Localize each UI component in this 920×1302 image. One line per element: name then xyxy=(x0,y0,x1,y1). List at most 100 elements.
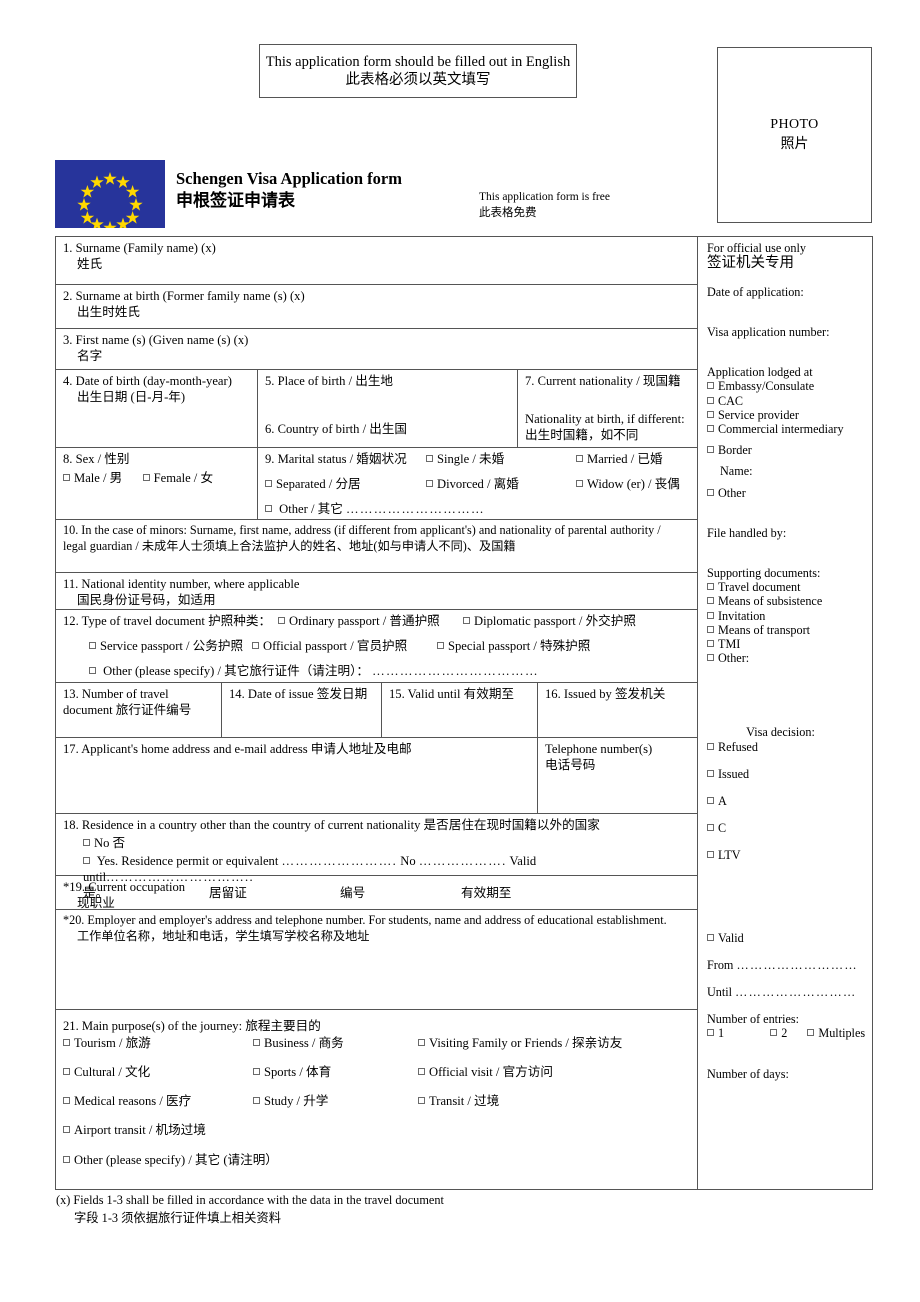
field-18-option-no: No 否 xyxy=(63,835,697,851)
field-7-nationality-cell[interactable]: 7. Current nationality / 现国籍 Nationality… xyxy=(517,370,697,447)
option-male-label: Male / 男 xyxy=(74,471,123,486)
checkbox-divorced[interactable] xyxy=(426,480,433,488)
checkbox-visiting-family[interactable] xyxy=(418,1039,425,1047)
checkbox-entries-2[interactable] xyxy=(770,1029,778,1037)
option-married-label: Married / 已婚 xyxy=(587,452,663,466)
other-travel-document-dots[interactable]: ……………………………… xyxy=(372,664,539,678)
field-5-label: 5. Place of birth / 出生地 xyxy=(265,374,394,388)
option-visiting-family: Visiting Family or Friends / 探亲访友 xyxy=(418,1035,622,1051)
option-ordinary-passport-label: Ordinary passport / 普通护照 xyxy=(289,614,440,628)
checkbox-single[interactable] xyxy=(426,455,433,462)
checkbox-supporting-other[interactable] xyxy=(707,654,714,662)
checkbox-travel-document[interactable] xyxy=(707,583,714,591)
valid-from-label: From xyxy=(707,957,734,972)
field-14-date-of-issue[interactable]: 14. Date of issue 签发日期 xyxy=(221,683,381,737)
title-chinese: 申根签证申请表 xyxy=(176,191,295,211)
checkbox-lodged-other[interactable] xyxy=(707,488,714,496)
official-title-zh: 签证机关专用 xyxy=(707,255,794,272)
checkbox-service-provider[interactable] xyxy=(707,410,714,418)
decision-issued-label: Issued xyxy=(718,766,750,781)
visa-application-number-label[interactable]: Visa application number: xyxy=(707,326,872,338)
valid-until-dots[interactable]: ……………………… xyxy=(735,985,856,999)
checkbox-female[interactable] xyxy=(142,474,150,482)
checkbox-valid[interactable] xyxy=(707,933,714,941)
checkbox-entries-1[interactable] xyxy=(707,1029,714,1037)
field-18-label: 18. Residence in a country other than th… xyxy=(63,818,600,832)
checkbox-purpose-other[interactable] xyxy=(63,1155,70,1163)
checkbox-sports[interactable] xyxy=(253,1068,260,1076)
checkbox-border[interactable] xyxy=(707,446,714,454)
option-cultural: Cultural / 文化 xyxy=(63,1065,150,1079)
field-10-minors[interactable]: 10. In the case of minors: Surname, firs… xyxy=(56,520,697,573)
checkbox-invitation[interactable] xyxy=(707,611,714,619)
checkbox-tmi[interactable] xyxy=(707,639,714,647)
checkbox-issued[interactable] xyxy=(707,769,714,777)
supporting-documents-label: Supporting documents: xyxy=(707,565,821,580)
checkbox-visa-a[interactable] xyxy=(707,796,714,804)
checkbox-embassy-consulate[interactable] xyxy=(707,382,714,390)
checkbox-ordinary-passport[interactable] xyxy=(278,617,285,624)
border-name-label[interactable]: Name: xyxy=(707,465,872,477)
field-19-occupation[interactable]: *19. Current occupation 现职业 xyxy=(56,876,697,910)
checkbox-airport-transit[interactable] xyxy=(63,1126,70,1134)
checkbox-residence-no[interactable] xyxy=(83,839,90,847)
marital-other-dots[interactable]: ………………………… xyxy=(346,502,485,516)
checkbox-special-passport[interactable] xyxy=(437,642,444,650)
support-tmi-option: TMI xyxy=(707,638,872,650)
checkbox-study[interactable] xyxy=(253,1097,260,1105)
valid-from-dots[interactable]: ……………………… xyxy=(736,958,857,972)
field-20-employer[interactable]: *20. Employer and employer's address and… xyxy=(56,910,697,1010)
checkbox-diplomatic-passport[interactable] xyxy=(463,617,470,624)
checkbox-marital-other[interactable] xyxy=(265,505,272,513)
checkbox-widow[interactable] xyxy=(576,480,583,488)
valid-from-row: From ……………………… xyxy=(707,959,872,971)
checkbox-male[interactable] xyxy=(63,474,70,482)
field-2-label-zh: 出生时姓氏 xyxy=(77,305,140,320)
checkbox-business[interactable] xyxy=(253,1039,260,1047)
checkbox-service-passport[interactable] xyxy=(89,642,96,650)
lodged-cac-option: CAC xyxy=(707,394,872,407)
field-4-to-7-row: 4. Date of birth (day-month-year) 出生日期 (… xyxy=(56,370,697,448)
entries-options-row: 1 2 Multiples xyxy=(707,1027,872,1039)
date-of-application-label[interactable]: Date of application: xyxy=(707,285,872,297)
checkbox-means-of-transport[interactable] xyxy=(707,625,714,633)
field-17-telephone-cell[interactable]: Telephone number(s) 电话号码 xyxy=(537,738,697,813)
decision-a-label: A xyxy=(718,793,727,808)
support-travel-document-option: Travel document xyxy=(707,581,872,593)
field-16-issued-by[interactable]: 16. Issued by 签发机关 xyxy=(537,683,697,737)
checkbox-entries-multiples[interactable] xyxy=(807,1029,815,1037)
checkbox-cultural[interactable] xyxy=(63,1068,70,1076)
checkbox-cac[interactable] xyxy=(707,396,714,404)
residence-permit-no-label: No xyxy=(400,854,416,869)
field-1-surname[interactable]: 1. Surname (Family name) (x) 姓氏 xyxy=(56,237,697,285)
checkbox-commercial-intermediary[interactable] xyxy=(707,424,714,432)
field-15-valid-until[interactable]: 15. Valid until 有效期至 xyxy=(381,683,537,737)
residence-permit-dots[interactable]: ……………………. xyxy=(281,854,397,868)
checkbox-transit[interactable] xyxy=(418,1097,425,1105)
checkbox-visa-c[interactable] xyxy=(707,824,714,832)
checkbox-official-visit[interactable] xyxy=(418,1068,425,1076)
support-travel-document-label: Travel document xyxy=(718,580,801,595)
checkbox-means-of-subsistence[interactable] xyxy=(707,597,714,605)
checkbox-married[interactable] xyxy=(576,455,583,462)
entries-1-label: 1 xyxy=(718,1026,725,1041)
checkbox-visa-ltv[interactable] xyxy=(707,851,714,859)
field-2-surname-at-birth[interactable]: 2. Surname at birth (Former family name … xyxy=(56,285,697,329)
checkbox-tourism[interactable] xyxy=(63,1039,70,1047)
checkbox-residence-yes[interactable] xyxy=(83,857,90,865)
field-17-address-row: 17. Applicant's home address and e-mail … xyxy=(56,738,697,814)
field-3-first-name[interactable]: 3. First name (s) (Given name (s) (x) 名字 xyxy=(56,329,697,370)
checkbox-other-travel-document[interactable] xyxy=(89,667,96,675)
field-5-and-6-cell[interactable]: 5. Place of birth / 出生地 6. Country of bi… xyxy=(257,370,517,447)
checkbox-official-passport[interactable] xyxy=(252,642,259,650)
number-of-days-label[interactable]: Number of days: xyxy=(707,1067,872,1079)
residence-permit-number-dots[interactable]: ………………. xyxy=(419,854,507,868)
field-7-label: 7. Current nationality / 现国籍 xyxy=(525,374,681,388)
checkbox-refused[interactable] xyxy=(707,742,714,750)
field-13-to-16-row: 13. Number of travel document 旅行证件编号 14.… xyxy=(56,683,697,738)
file-handled-by-label[interactable]: File handled by: xyxy=(707,527,872,539)
valid-label: Valid xyxy=(718,930,744,945)
field-11-national-id[interactable]: 11. National identity number, where appl… xyxy=(56,573,697,610)
checkbox-separated[interactable] xyxy=(265,480,272,488)
checkbox-medical[interactable] xyxy=(63,1097,70,1105)
